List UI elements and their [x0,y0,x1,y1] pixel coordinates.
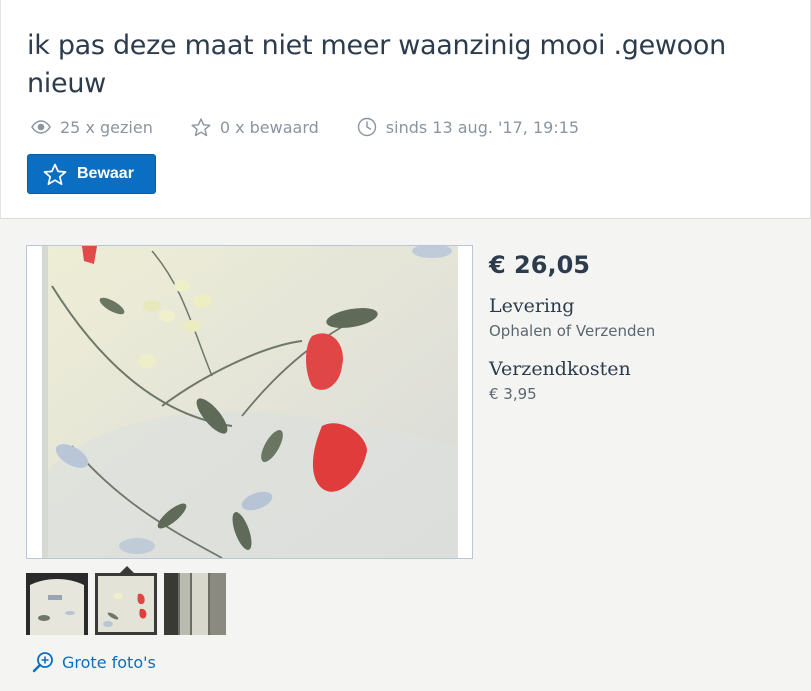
grote-fotos-label: Grote foto's [62,652,156,672]
star-icon [43,163,67,185]
main-photo[interactable] [26,245,473,559]
bewaar-label: Bewaar [77,165,134,182]
clock-icon [357,117,376,137]
verzendkosten-value: € 3,95 [489,385,537,403]
price: € 26,05 [489,251,590,279]
listing-header: ik pas deze maat niet meer waanzinig moo… [0,0,811,219]
levering-value: Ophalen of Verzenden [489,322,656,340]
levering-label: Levering [489,295,575,317]
views-text: 25 x gezien [60,117,153,137]
thumbnail-3[interactable] [164,573,226,635]
zoom-in-icon [32,652,53,673]
listing-meta: 25 x gezien 0 x bewaard sinds 13 aug. '1… [31,114,617,140]
listing-title: ik pas deze maat niet meer waanzinig moo… [27,30,726,99]
main-photo-image [42,246,458,558]
star-icon [191,117,211,136]
saved-text: 0 x bewaard [219,117,319,137]
thumbnail-2[interactable] [95,573,157,635]
listing-date: sinds 13 aug. '17, 19:15 [357,117,579,137]
date-text: sinds 13 aug. '17, 19:15 [385,117,580,137]
views-count: 25 x gezien [31,118,153,137]
active-thumbnail-pointer [120,566,134,573]
thumbnail-1[interactable] [26,573,88,635]
bewaar-button[interactable]: Bewaar [27,154,156,194]
saved-count: 0 x bewaard [191,118,319,137]
grote-fotos-link[interactable]: Grote foto's [32,651,156,673]
verzendkosten-label: Verzendkosten [489,358,631,380]
thumbnail-strip [26,573,233,635]
eye-icon [31,120,51,134]
